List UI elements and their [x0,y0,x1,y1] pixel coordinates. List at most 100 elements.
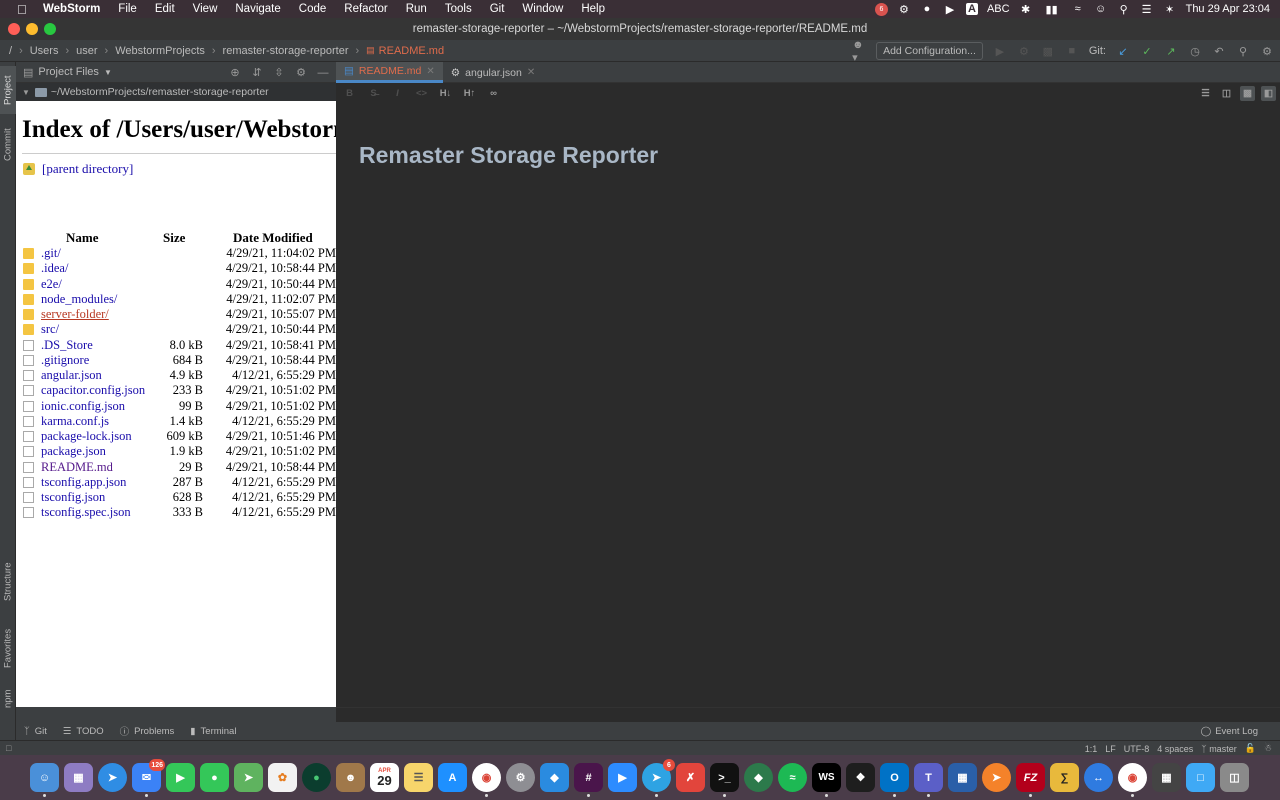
file-encoding[interactable]: UTF-8 [1124,744,1150,754]
breadcrumb-users[interactable]: Users [30,45,59,57]
tool-tab-npm[interactable]: npm [0,682,16,716]
gear-icon[interactable]: ⚙ [294,66,308,80]
coverage-icon[interactable]: ▩ [1041,44,1055,58]
column-header-name[interactable]: Name [66,230,99,246]
mail-icon[interactable]: ✉ 126 [132,759,165,797]
input-source-icon[interactable]: A [965,3,978,15]
git-commit-icon[interactable]: ✓ [1140,44,1154,58]
caret-position[interactable]: 1:1 [1085,744,1098,754]
menu-app-name[interactable]: WebStorm [43,3,100,15]
postman-icon[interactable]: ➤ [982,763,1011,792]
event-log-button[interactable]: ◯ Event Log [1201,722,1258,740]
menu-navigate[interactable]: Navigate [235,3,280,15]
figma-icon[interactable]: ❖ [846,763,875,792]
parent-directory-link[interactable]: [parent directory] [23,161,133,177]
tool-tab-structure[interactable]: Structure [0,556,16,608]
header-decrease-icon[interactable]: H↑ [462,86,477,101]
header-increase-icon[interactable]: H↓ [438,86,453,101]
listing-item-link[interactable]: package-lock.json [41,429,132,444]
menu-help[interactable]: Help [581,3,605,15]
user-icon[interactable]: ☺ [1094,2,1108,16]
menu-refactor[interactable]: Refactor [344,3,387,15]
messages-icon[interactable]: ● [200,763,229,792]
toggle-tool-windows-icon[interactable]: □ [6,743,11,753]
line-separator[interactable]: LF [1105,744,1116,754]
git-branch-widget[interactable]: ᛉ master [1201,744,1236,754]
listing-item-link[interactable]: .DS_Store [41,338,93,353]
system-preferences-icon[interactable]: ⚙ [506,763,535,792]
listing-item-link[interactable]: .idea/ [41,261,68,276]
editor-only-icon[interactable]: ☰ [1198,86,1213,101]
calendar-icon[interactable]: APR 29 [370,763,399,792]
clock[interactable]: Thu 29 Apr 23:04 [1186,3,1270,15]
chevron-down-icon[interactable]: ▼ [104,68,112,77]
editor-and-preview-icon[interactable]: ◫ [1219,86,1234,101]
facetime-icon[interactable]: ▶ [166,763,195,792]
locate-icon[interactable]: ⊕ [228,66,242,80]
control-center-icon[interactable]: ☰ [1140,2,1154,16]
strikethrough-icon[interactable]: S̶ [366,86,381,101]
preview-only-icon[interactable]: ▩ [1240,85,1255,101]
mongodb-icon[interactable]: ● [302,763,331,792]
listing-item-link[interactable]: tsconfig.json [41,490,105,505]
project-root-node[interactable]: ▼ ~/WebstormProjects/remaster-storage-re… [16,83,336,101]
project-view-selector[interactable]: Project Files [38,66,99,78]
listing-item-link[interactable]: README.md [41,460,113,475]
tool-tab-terminal[interactable]: ▮ Terminal [190,726,236,737]
search-everywhere-icon[interactable]: ⚲ [1236,44,1250,58]
vpn-icon[interactable]: ● [920,2,934,16]
spotify-icon[interactable]: ≈ [778,763,807,792]
debug-icon[interactable]: ⚙ [1017,44,1031,58]
menu-edit[interactable]: Edit [155,3,175,15]
chrome-canary-icon[interactable]: ◉ [1118,763,1147,797]
breadcrumb-readme[interactable]: ▤ README.md [366,45,444,57]
listing-item-link[interactable]: .gitignore [41,353,89,368]
trash-icon[interactable]: ◫ [1220,763,1249,792]
close-icon[interactable]: ✕ [426,66,434,77]
column-header-size[interactable]: Size [163,230,185,246]
tool-tab-todo[interactable]: ☰ TODO [63,726,104,737]
tool-tab-problems[interactable]: ⓘ Problems [120,724,175,739]
breadcrumb-root[interactable]: / [9,45,12,57]
network-utility-icon[interactable]: ◆ [744,763,773,792]
menu-git[interactable]: Git [490,3,505,15]
italic-icon[interactable]: I [390,86,405,101]
chevron-down-icon[interactable]: ▼ [22,88,30,97]
outlook-icon[interactable]: O [880,763,909,797]
listing-item-link[interactable]: angular.json [41,368,102,383]
git-update-icon[interactable]: ↙ [1116,44,1130,58]
lock-icon[interactable]: 🔓 [1245,743,1256,754]
rollback-icon[interactable]: ↶ [1212,44,1226,58]
close-window-button[interactable] [8,23,20,35]
bold-icon[interactable]: B [342,86,357,101]
listing-item-link[interactable]: src/ [41,322,59,337]
tool-tab-git[interactable]: ᛉ Git [24,726,47,737]
contacts-icon[interactable]: ☻ [336,763,365,792]
tool-tab-favorites[interactable]: Favorites [0,622,16,674]
zoom-icon[interactable]: ▶ [608,763,637,792]
gear-status-icon[interactable]: ⚙ [897,2,911,16]
git-push-icon[interactable]: ↗ [1164,44,1178,58]
inspector-icon[interactable]: ☃ [1264,743,1272,754]
notification-icon[interactable]: 6 [874,2,888,16]
editor-horizontal-scrollbar[interactable] [336,707,1280,722]
run-icon[interactable]: ▶ [993,44,1007,58]
siri-icon[interactable]: ✶ [1163,2,1177,16]
listing-item-link[interactable]: .git/ [41,246,61,261]
spotlight-icon[interactable]: ⚲ [1117,2,1131,16]
menu-tools[interactable]: Tools [445,3,472,15]
photos-icon[interactable]: ✿ [268,763,297,792]
stop-icon[interactable]: ■ [1065,44,1079,58]
add-configuration-button[interactable]: Add Configuration... [876,42,983,60]
battery-icon[interactable]: ▮▮ [1042,2,1062,16]
menu-code[interactable]: Code [299,3,327,15]
menu-run[interactable]: Run [406,3,427,15]
tool-tab-project[interactable]: Project [0,66,16,114]
terminal-app-icon[interactable]: >_ [710,763,739,797]
teamviewer-icon[interactable]: ↔ [1084,763,1113,792]
play-icon[interactable]: ▶ [943,2,957,16]
virtualbox-icon[interactable]: ▦ [948,763,977,792]
close-icon[interactable]: ✕ [527,67,535,78]
breadcrumb-webstormprojects[interactable]: WebstormProjects [115,45,205,57]
listing-item-link[interactable]: server-folder/ [41,307,109,322]
